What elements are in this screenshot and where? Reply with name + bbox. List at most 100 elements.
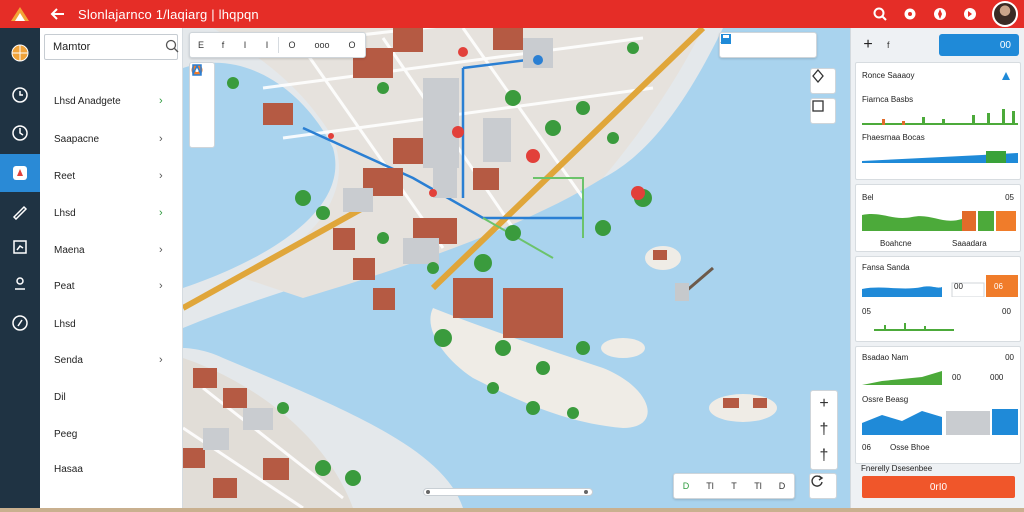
layers-icon[interactable]: [0, 76, 40, 114]
timeline-slider[interactable]: [423, 488, 593, 496]
map-bottom-tool-button[interactable]: D: [674, 474, 698, 498]
rotate-reset-icon[interactable]: [809, 473, 837, 499]
map-canvas[interactable]: Ef I I Oooo O + † † D Tl T Tl D: [183, 28, 850, 508]
map-tool-button[interactable]: O: [279, 33, 305, 57]
card-subtitle: Ossre Beasg: [862, 395, 909, 404]
nav-item[interactable]: Lhsd Anadgete ›: [40, 90, 183, 112]
card-value: 00: [1005, 353, 1014, 362]
nav-item-label: Senda: [54, 354, 83, 366]
edit-icon[interactable]: [0, 192, 40, 230]
card-row-left: 00: [952, 373, 961, 382]
timeline-start-knob[interactable]: [426, 490, 430, 494]
settings-icon[interactable]: [902, 6, 918, 22]
app-logo-icon[interactable]: [0, 0, 40, 28]
globe-icon[interactable]: [0, 34, 40, 72]
notifications-icon[interactable]: [962, 6, 978, 22]
card-subtitle: Fiarnca Basbs: [862, 95, 914, 104]
map-bottom-tool-button[interactable]: T: [722, 474, 746, 498]
nav-item[interactable]: Peat ›: [40, 275, 183, 297]
card-title: Bel: [862, 193, 874, 202]
nav-item[interactable]: Lhsd: [40, 313, 183, 335]
map-pin-icon[interactable]: [0, 154, 40, 192]
timeline-end-knob[interactable]: [584, 490, 588, 494]
mini-bar-chart: [862, 409, 1018, 435]
nav-item-label: Hasaa: [54, 463, 83, 475]
compass-icon[interactable]: [932, 6, 948, 22]
search-icon[interactable]: [165, 39, 179, 55]
stats-card-1: Ronce Saaaoy Fiarnca Basbs Fhaesrnaa Boc…: [855, 62, 1021, 180]
card-row-right: 00: [1002, 307, 1011, 316]
analytics-panel: + f 00 Ronce Saaaoy Fiarnca Basbs Fhaesr…: [850, 28, 1024, 512]
bookmark-icon[interactable]: [190, 64, 214, 147]
card-label-left: Boahcne: [880, 239, 912, 248]
fullscreen-icon[interactable]: [810, 98, 836, 124]
map-bottom-tool-button[interactable]: D: [770, 474, 794, 498]
card-title: Ronce Saaaoy: [862, 71, 915, 80]
compass-rose-icon[interactable]: [810, 68, 836, 94]
routing-icon[interactable]: [190, 64, 214, 119]
card-highlight-value: 06: [994, 282, 1003, 291]
map-bottom-tool-button[interactable]: Tl: [698, 474, 722, 498]
mini-bar-strip: [874, 323, 954, 331]
panel-go-button[interactable]: 00: [939, 34, 1019, 56]
card-footer-mid: Osse Bhoe: [890, 443, 930, 452]
nav-item[interactable]: Saapacne ›: [40, 128, 183, 150]
map-tool-button[interactable]: I: [256, 33, 278, 57]
ruler-icon[interactable]: [720, 33, 792, 57]
map-tool-button[interactable]: I: [234, 33, 256, 57]
nav-item[interactable]: Reet ›: [40, 165, 183, 187]
nav-item[interactable]: Senda ›: [40, 349, 183, 371]
save-icon[interactable]: [721, 33, 816, 57]
map-tool-button[interactable]: ooo: [305, 33, 339, 57]
card-title: Bsadao Nam: [862, 353, 909, 362]
search-input[interactable]: [53, 41, 161, 53]
nav-item[interactable]: Dil: [40, 386, 183, 408]
mini-bar-chart: [862, 109, 1018, 125]
zoom-in-button[interactable]: +: [811, 391, 837, 417]
nav-item-label: Peat: [54, 280, 75, 292]
primary-action-button[interactable]: 0rI0: [862, 476, 1015, 498]
chart-icon[interactable]: [0, 228, 40, 266]
chevron-right-icon: ›: [159, 133, 163, 145]
nav-item-label: Peeg: [54, 428, 78, 440]
history-icon[interactable]: [0, 114, 40, 152]
top-bar: Slonlajarnco 1/laqiarg | lhqpqn: [0, 0, 1024, 28]
location-icon[interactable]: [0, 264, 40, 302]
info-icon[interactable]: [1002, 72, 1010, 80]
card-row-right: 000: [990, 373, 1004, 382]
map-right-toolbar: [719, 32, 817, 58]
nav-item[interactable]: Hasaa: [40, 458, 183, 480]
icon-rail: [0, 28, 40, 512]
card-inline-value: 00: [954, 282, 963, 291]
map-bottom-tool-button[interactable]: Tl: [746, 474, 770, 498]
map-bottom-toolbar: D Tl T Tl D: [673, 473, 795, 499]
add-layer-button[interactable]: +: [855, 33, 881, 57]
card-subtitle-2: Fhaesrnaa Bocas: [862, 133, 925, 142]
zoom-out-button[interactable]: †: [811, 443, 837, 469]
card-value: 05: [1005, 193, 1014, 202]
nav-item-label: Saapacne: [54, 133, 100, 145]
back-arrow-icon[interactable]: [46, 2, 70, 26]
chevron-right-icon: ›: [159, 95, 163, 107]
map-tool-button[interactable]: O: [339, 33, 365, 57]
user-avatar[interactable]: [992, 1, 1018, 27]
map-tool-button[interactable]: E: [190, 33, 212, 57]
nav-item-label: Dil: [54, 391, 66, 403]
zoom-level-button[interactable]: †: [811, 417, 837, 443]
chevron-right-icon: ›: [159, 244, 163, 256]
card-title: Fansa Sanda: [862, 263, 910, 272]
mini-area-chart: [862, 151, 1018, 163]
nav-item[interactable]: Lhsd ›: [40, 202, 183, 224]
map-tool-button[interactable]: f: [212, 33, 234, 57]
search-icon[interactable]: [872, 6, 888, 22]
mini-area-chart: [862, 211, 1016, 231]
nav-item-label: Reet: [54, 170, 76, 182]
nav-item[interactable]: Maena ›: [40, 239, 183, 261]
map-top-toolbar: Ef I I Oooo O: [189, 32, 366, 58]
crosshair-icon[interactable]: [721, 33, 768, 57]
nav-item-label: Lhsd: [54, 207, 76, 219]
navigation-icon[interactable]: [0, 304, 40, 342]
nav-item-label: Lhsd: [54, 318, 76, 330]
nav-item[interactable]: Peeg: [40, 423, 183, 445]
panel-header-label: f: [887, 40, 890, 50]
